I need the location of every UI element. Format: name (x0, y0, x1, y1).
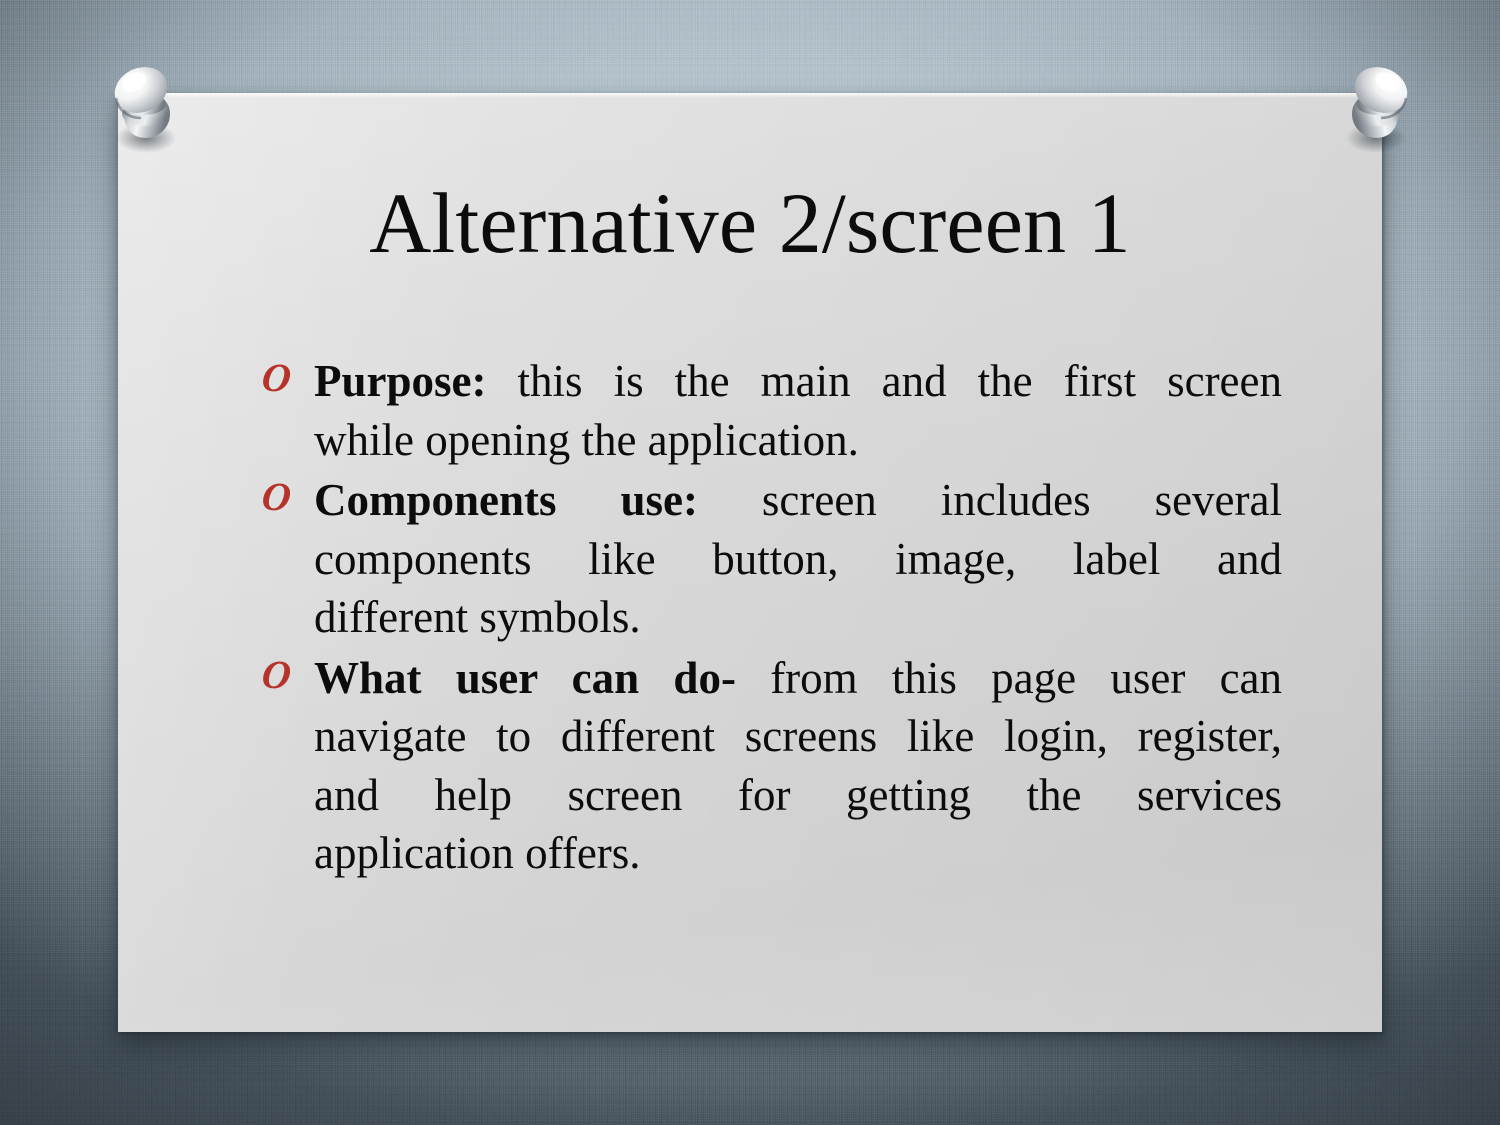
slide-bullet-list: O Purpose: this is the main and the firs… (259, 352, 1282, 885)
bullet-text: What user can do- from this page user ca… (314, 649, 1282, 883)
bullet-lead: Components use: (314, 475, 698, 525)
bullet-lead: Purpose: (314, 356, 487, 406)
slide-stage: Alternative 2/screen 1 O Purpose: this i… (0, 0, 1500, 1125)
bullet-line: Purpose: this is the main and the first … (314, 352, 1282, 411)
bullet-line-rest: this is the main and the first screen (517, 356, 1283, 406)
bullet-o-icon: O (259, 355, 294, 400)
panel-top-highlight (118, 93, 1382, 98)
bullet-line: navigate to different screens like login… (314, 711, 1282, 761)
bullet-line: Components use: screen includes several (314, 471, 1282, 530)
slide-title: Alternative 2/screen 1 (369, 175, 1131, 271)
bullet-item: O What user can do- from this page user … (259, 649, 1282, 883)
bullet-item: O Components use: screen includes severa… (259, 471, 1282, 647)
bullet-lead: What user can do- (314, 652, 736, 703)
bullet-o-icon: O (259, 651, 294, 697)
bullet-line-rest: from this page user can (770, 652, 1283, 703)
bullet-line: application offers. (314, 828, 641, 878)
bullet-line: different symbols. (314, 592, 641, 642)
bullet-o-icon: O (259, 474, 294, 519)
bullet-text: Components use: screen includes several … (314, 471, 1282, 647)
bullet-item: O Purpose: this is the main and the firs… (259, 352, 1282, 469)
bullet-line: What user can do- from this page user ca… (314, 649, 1282, 708)
bullet-line: while opening the application. (314, 414, 859, 465)
bullet-line-rest: screen includes several (761, 475, 1282, 525)
bullet-line: and help screen for getting the services (314, 769, 1282, 820)
bullet-line: components like button, image, label and (314, 533, 1282, 584)
bullet-text: Purpose: this is the main and the first … (314, 352, 1282, 469)
